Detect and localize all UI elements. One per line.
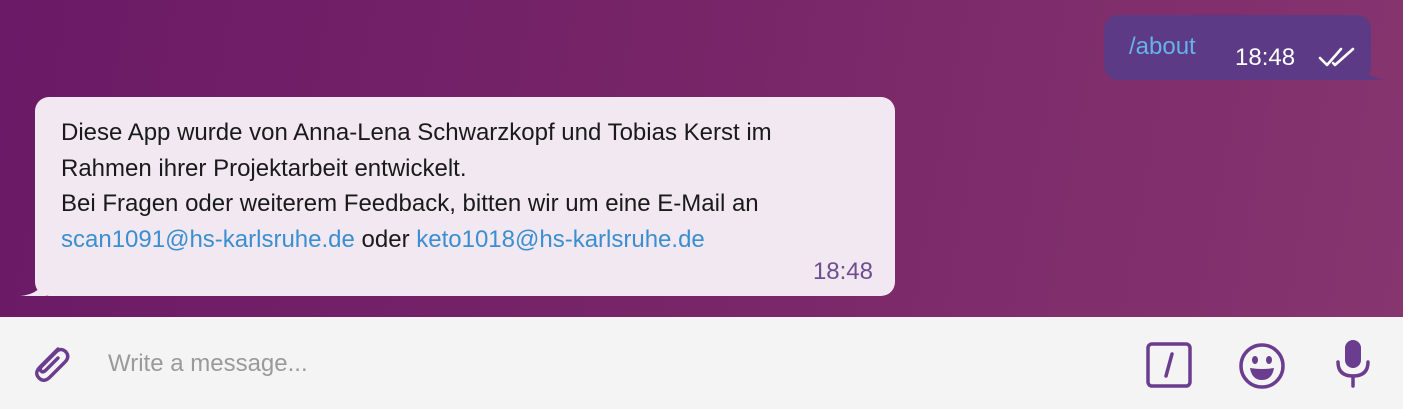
email-connector: oder <box>354 225 417 253</box>
slash-command-icon[interactable] <box>1146 342 1192 388</box>
incoming-message-text: Diese App wurde von Anna-Lena Schwarzkop… <box>61 115 881 257</box>
outgoing-message-time: 18:48 <box>1235 44 1296 71</box>
message-line: Rahmen ihrer Projektarbeit entwickelt. <box>61 154 467 182</box>
message-line-emails: scan1091@hs-karlsruhe.de oder keto1018@h… <box>61 222 881 258</box>
double-check-icon <box>1318 47 1355 67</box>
email-link-1[interactable]: scan1091@hs-karlsruhe.de <box>61 226 355 253</box>
email-link-2[interactable]: keto1018@hs-karlsruhe.de <box>416 226 705 253</box>
outgoing-command-link[interactable]: /about <box>1129 33 1196 61</box>
message-composer <box>0 317 1403 409</box>
incoming-message-time: 18:48 <box>812 258 873 285</box>
message-line: Diese App wurde von Anna-Lena Schwarzkop… <box>61 119 772 146</box>
paperclip-icon[interactable] <box>28 339 72 387</box>
message-line: Bei Fragen oder weiterem Feedback, bitte… <box>61 190 759 217</box>
incoming-message: Diese App wurde von Anna-Lena Schwarzkop… <box>35 97 895 296</box>
message-input[interactable] <box>108 346 1108 382</box>
outgoing-message: /about 18:48 <box>1104 15 1371 80</box>
chat-area: /about 18:48 Diese App wurde von Anna-Le… <box>0 0 1403 317</box>
emoji-icon[interactable] <box>1237 341 1287 391</box>
microphone-icon[interactable] <box>1334 338 1372 390</box>
